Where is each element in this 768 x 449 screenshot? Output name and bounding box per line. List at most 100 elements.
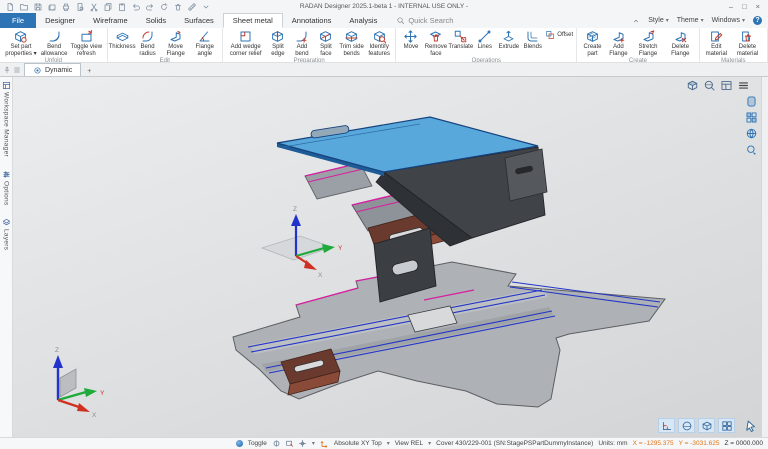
ribbon-button-flange-angle[interactable]: Flange angle — [191, 29, 219, 57]
ribbon-tab-solids[interactable]: Solids — [137, 13, 175, 28]
caret-down-icon[interactable]: ▾ — [387, 440, 390, 447]
ribbon-button-thickness[interactable]: Thickness — [111, 29, 134, 51]
ribbon-button-bend-allowance[interactable]: Bend allowance — [40, 29, 68, 57]
new-file-icon[interactable] — [5, 2, 15, 12]
sphere-view-icon[interactable] — [678, 418, 695, 433]
ribbon-button-stretch-flange[interactable]: Stretch Flange — [632, 29, 664, 57]
minimize-button[interactable]: – — [729, 2, 733, 11]
menu-theme[interactable]: Theme▾ — [677, 17, 704, 24]
menu-style[interactable]: Style▾ — [648, 17, 669, 24]
ribbon-tab-surfaces[interactable]: Surfaces — [175, 13, 223, 28]
pan-icon[interactable] — [272, 439, 281, 448]
ribbon-button-delete-material[interactable]: Delete material — [731, 29, 764, 57]
ribbon-group-preparation: Add wedge corner reliefSplit edgeAdd ben… — [223, 28, 397, 62]
viewport-canvas[interactable]: Z Y X Z Y X — [13, 77, 768, 437]
view-style-icon[interactable] — [745, 95, 758, 108]
open-file-icon[interactable] — [19, 2, 29, 12]
cut-icon[interactable] — [89, 2, 99, 12]
ribbon-button-extrude[interactable]: Extrude — [497, 29, 520, 51]
pin-icon[interactable] — [3, 66, 11, 74]
refresh-icon[interactable] — [159, 2, 169, 12]
help-icon[interactable]: ? — [753, 16, 762, 25]
ribbon-button-blends[interactable]: Blends — [521, 29, 544, 51]
ribbon-button-add-bend[interactable]: Add bend — [290, 29, 313, 57]
viewport[interactable]: Z Y X Z Y X — [13, 77, 768, 437]
orbit-center-icon[interactable] — [745, 143, 758, 156]
origin-triad: Z Y X — [53, 347, 105, 419]
collapsed-panel-strip[interactable] — [761, 77, 768, 437]
ribbon-tab-sheet-metal[interactable]: Sheet metal — [223, 13, 283, 28]
ribbon-button-move-flange[interactable]: Move Flange — [162, 29, 190, 57]
sidebar-tab-workspace-manager[interactable]: Workspace Manager — [2, 81, 11, 157]
triad-y-label: Y — [338, 245, 343, 252]
coordinate-z: Z = 0000.000 — [725, 440, 764, 447]
delete-icon[interactable] — [173, 2, 183, 12]
ribbon-button-bend-radius[interactable]: Bend radius — [135, 29, 161, 57]
coordinate-mode-icon — [320, 439, 329, 448]
ribbon-tab-file[interactable]: File — [0, 13, 36, 28]
quick-search[interactable]: Quick Search — [386, 13, 463, 28]
ribbon-button-add-wedge-corner-relief[interactable]: Add wedge corner relief — [226, 29, 266, 57]
ribbon-group-operations: MoveRemove faceTranslateLinesExtrudeBlen… — [396, 28, 577, 62]
print-preview-icon[interactable] — [75, 2, 85, 12]
sidebar-tab-layers[interactable]: Layers — [2, 218, 11, 250]
orbit-search-icon[interactable] — [703, 79, 716, 92]
measure-icon[interactable] — [187, 2, 197, 12]
menu-windows[interactable]: Windows▾ — [712, 17, 745, 24]
world-icon[interactable] — [745, 127, 758, 140]
caret-down-icon[interactable]: ▾ — [312, 440, 315, 447]
ribbon-button-toggle-view-refresh[interactable]: Toggle view refresh — [69, 29, 103, 57]
collapse-ribbon-icon[interactable] — [632, 17, 640, 25]
axes-view-icon[interactable] — [658, 418, 675, 433]
view-tab-dynamic[interactable]: Dynamic — [24, 63, 81, 76]
toggle-indicator-icon[interactable] — [236, 440, 243, 447]
ribbon-tab-analysis[interactable]: Analysis — [340, 13, 386, 28]
ribbon-button-move[interactable]: Move — [399, 29, 422, 51]
named-views-icon[interactable] — [745, 111, 758, 124]
ribbon: Set part properties ▾Bend allowanceToggl… — [0, 28, 768, 63]
window-select-icon[interactable] — [285, 439, 294, 448]
save-icon[interactable] — [33, 2, 43, 12]
ribbon-button-remove-face[interactable]: Remove face — [423, 29, 448, 57]
ribbon-button-add-flange[interactable]: Add Flange — [606, 29, 631, 57]
ribbon-button-translate[interactable]: Translate — [449, 29, 472, 51]
ribbon-tab-designer[interactable]: Designer — [36, 13, 84, 28]
ribbon-button-trim-side-bends[interactable]: Trim side bends — [338, 29, 364, 57]
add-view-tab-button[interactable]: + — [81, 68, 97, 76]
print-icon[interactable] — [61, 2, 71, 12]
ribbon-button-create-part[interactable]: Create part — [580, 29, 605, 57]
ribbon-button-set-part-properties[interactable]: Set part properties ▾ — [3, 29, 39, 57]
maximize-button[interactable]: □ — [742, 2, 747, 11]
ribbon-button-offset[interactable]: Offset — [545, 30, 573, 40]
select-cursor-icon[interactable] — [744, 419, 758, 433]
menu-icon[interactable] — [737, 79, 750, 92]
undo-icon[interactable] — [131, 2, 141, 12]
list-icon[interactable] — [13, 66, 21, 74]
sidebar-tab-options[interactable]: Options — [2, 170, 11, 206]
multi-view-icon[interactable] — [718, 418, 735, 433]
toggle-label[interactable]: Toggle — [248, 440, 267, 447]
flat-blank-part[interactable] — [233, 262, 665, 407]
ribbon-button-identify-features[interactable]: Identify features — [366, 29, 393, 57]
viewports-frame-icon[interactable] — [720, 79, 733, 92]
ribbon-button-lines[interactable]: Lines — [473, 29, 496, 51]
coordinate-mode[interactable]: Absolute XY Top — [334, 440, 382, 447]
viewport-side-toolbar — [745, 95, 758, 156]
cube-view-icon[interactable] — [698, 418, 715, 433]
ribbon-tab-wireframe[interactable]: Wireframe — [84, 13, 137, 28]
ribbon-button-delete-flange[interactable]: Delete Flange — [665, 29, 696, 57]
close-button[interactable]: × — [756, 2, 760, 11]
ribbon-button-edit-material[interactable]: Edit material — [703, 29, 730, 57]
snap-icon[interactable] — [298, 439, 307, 448]
redo-icon[interactable] — [145, 2, 155, 12]
caret-down-icon[interactable]: ▾ — [428, 440, 431, 447]
paste-icon[interactable] — [117, 2, 127, 12]
section-cube-icon[interactable] — [686, 79, 699, 92]
view-reference[interactable]: View REL — [395, 440, 423, 447]
ribbon-button-split-face[interactable]: Split face — [314, 29, 337, 57]
more-icon[interactable] — [201, 2, 211, 12]
ribbon-button-split-edge[interactable]: Split edge — [266, 29, 289, 57]
ribbon-tab-annotations[interactable]: Annotations — [283, 13, 341, 28]
save-all-icon[interactable] — [47, 2, 57, 12]
copy-icon[interactable] — [103, 2, 113, 12]
